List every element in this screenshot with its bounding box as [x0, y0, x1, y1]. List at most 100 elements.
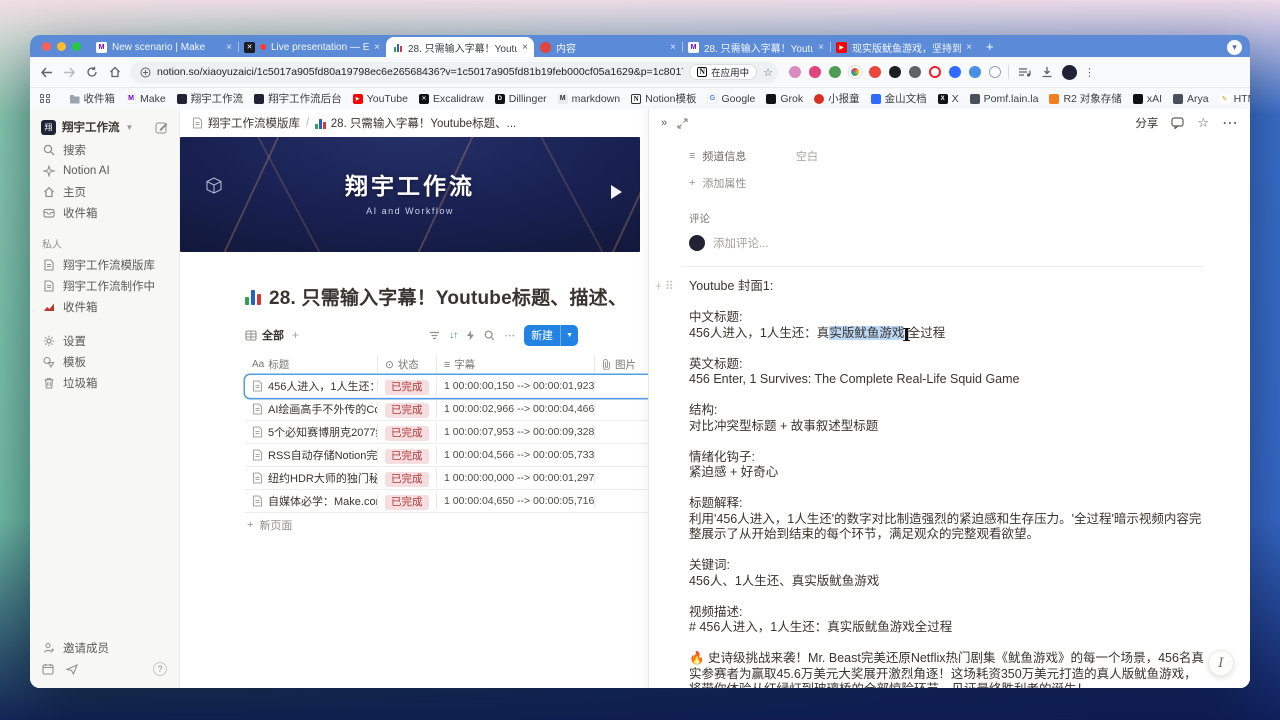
- workspace-switcher[interactable]: 翔 翔宇工作流 ▼: [37, 115, 172, 139]
- sidebar-item-search[interactable]: 搜索: [37, 139, 172, 160]
- downloads-icon[interactable]: [1039, 64, 1055, 80]
- text-block[interactable]: 中文标题:: [689, 310, 1204, 326]
- page-cover-image[interactable]: 翔宇工作流 AI and Workflow: [180, 137, 640, 252]
- invite-members-button[interactable]: 邀请成员: [37, 637, 172, 658]
- text-block[interactable]: 英文标题:: [689, 357, 1204, 373]
- text-block[interactable]: [689, 636, 1204, 652]
- zoom-window-button[interactable]: [72, 42, 81, 51]
- breadcrumb-current[interactable]: 28. 只需输入字幕！Youtube标题、...: [315, 115, 516, 131]
- open-in-app-badge[interactable]: N 在应用中: [689, 64, 757, 80]
- block-handles[interactable]: + ⠿: [655, 279, 674, 295]
- text-block[interactable]: [689, 295, 1204, 311]
- tab-close-icon[interactable]: ×: [670, 42, 676, 53]
- extension-icon[interactable]: [869, 66, 881, 78]
- sidebar-item-inbox[interactable]: 收件箱: [37, 202, 172, 223]
- row-title[interactable]: RSS自动存储Notion完整教程: [268, 447, 378, 463]
- add-comment-placeholder[interactable]: 添加评论...: [713, 235, 769, 251]
- window-controls[interactable]: [30, 35, 90, 57]
- tab-close-icon[interactable]: ×: [818, 42, 824, 53]
- page-blocks[interactable]: + ⠿ Youtube 封面1:中文标题: 456人进入，1人生还：真实版鱿鱼游…: [689, 279, 1204, 688]
- bookmark-item[interactable]: M markdown: [558, 93, 620, 105]
- close-window-button[interactable]: [42, 42, 51, 51]
- table-row[interactable]: 456人进入，1人生还：真实 已完成 1 00:00:00,150 --> 00…: [245, 375, 648, 398]
- text-block[interactable]: 情绪化钩子:: [689, 450, 1204, 466]
- text-block[interactable]: 利用'456人进入，1人生还'的数字对比制造强烈的紧迫感和生存压力。'全过程'暗…: [689, 512, 1204, 543]
- bookmark-star-icon[interactable]: ☆: [763, 66, 773, 79]
- comments-icon[interactable]: [1171, 117, 1184, 129]
- site-settings-icon[interactable]: [140, 67, 151, 78]
- more-options-icon[interactable]: ⋯: [504, 329, 515, 342]
- lightning-icon[interactable]: [466, 330, 475, 341]
- view-tab-all[interactable]: 全部: [245, 327, 284, 343]
- sidebar-item-home[interactable]: 主页: [37, 181, 172, 202]
- text-block[interactable]: [689, 481, 1204, 497]
- sidebar-item-inbox-chart[interactable]: 收件箱: [37, 296, 172, 317]
- page-bar-chart-icon[interactable]: [245, 288, 261, 305]
- send-icon[interactable]: [66, 664, 78, 675]
- bookmark-item[interactable]: xAI: [1133, 93, 1162, 105]
- expand-page-icon[interactable]: [677, 118, 688, 129]
- column-header-title[interactable]: Aa标题: [245, 355, 378, 374]
- extension-icon[interactable]: [849, 66, 861, 78]
- extension-icon[interactable]: [909, 66, 921, 78]
- extension-icon[interactable]: [989, 66, 1001, 78]
- new-tab-button[interactable]: +: [986, 39, 994, 54]
- bookmark-item[interactable]: ✎ HTML: [1220, 93, 1250, 105]
- column-header-image[interactable]: 图片: [595, 355, 648, 374]
- sidebar-item-template-library[interactable]: 翔宇工作流模版库: [37, 254, 172, 275]
- row-title[interactable]: AI绘画高手不外传的ComfyU: [268, 401, 378, 417]
- extension-icon[interactable]: [929, 66, 941, 78]
- tab-youtube-squidgame[interactable]: ▶ 现实版鱿鱼游戏，坚持到最后 ×: [830, 37, 978, 57]
- column-header-status[interactable]: ⊙状态: [378, 355, 437, 374]
- tab-close-icon[interactable]: ×: [966, 42, 972, 53]
- bookmark-item[interactable]: X X: [938, 93, 959, 105]
- tab-close-icon[interactable]: ×: [226, 42, 232, 53]
- text-block[interactable]: 456 Enter, 1 Survives: The Complete Real…: [689, 372, 1204, 388]
- extension-icon[interactable]: [889, 66, 901, 78]
- sidebar-item-notion-ai[interactable]: Notion AI: [37, 160, 172, 181]
- calendar-icon[interactable]: [42, 663, 54, 675]
- text-block[interactable]: [689, 434, 1204, 450]
- profile-avatar[interactable]: [1062, 65, 1077, 80]
- text-block[interactable]: 视频描述:: [689, 605, 1204, 621]
- new-record-dropdown-icon[interactable]: ▼: [560, 325, 578, 346]
- bookmark-item[interactable]: N Notion模板: [631, 91, 696, 106]
- tab-close-icon[interactable]: ×: [374, 42, 380, 53]
- url-text[interactable]: notion.so/xiaoyuzaici/1c5017a905fd80a197…: [157, 66, 683, 78]
- extension-icon[interactable]: [789, 66, 801, 78]
- tab-excalidraw-live[interactable]: ✕ Live presentation — Excal ×: [238, 37, 386, 57]
- text-block[interactable]: 对比冲突型标题 + 故事叙述型标题: [689, 419, 1204, 435]
- new-record-button[interactable]: 新建 ▼: [524, 325, 578, 346]
- bookmark-item[interactable]: Pomf.lain.la: [970, 93, 1039, 105]
- extension-icon[interactable]: [829, 66, 841, 78]
- text-block[interactable]: 🔥 史诗级挑战来袭！Mr. Beast完美还原Netflix热门剧集《鱿鱼游戏》…: [689, 651, 1204, 688]
- text-block[interactable]: 标题解释:: [689, 496, 1204, 512]
- text-block[interactable]: [689, 341, 1204, 357]
- bookmark-item[interactable]: D Dillinger: [495, 93, 547, 105]
- text-block[interactable]: 456人、1人生还、真实版鱿鱼游戏: [689, 574, 1204, 590]
- tab-make-subtitle[interactable]: M 28. 只需输入字幕！Youtube标 ×: [682, 37, 830, 57]
- column-header-subtitle[interactable]: ≡字幕: [437, 355, 595, 374]
- search-icon[interactable]: [484, 330, 495, 341]
- text-block[interactable]: [689, 543, 1204, 559]
- reload-icon[interactable]: [84, 64, 100, 80]
- text-block[interactable]: 结构:: [689, 403, 1204, 419]
- add-block-icon[interactable]: +: [655, 279, 662, 295]
- table-row[interactable]: 自媒体必学：Make.com打造 已完成 1 00:00:04,650 --> …: [245, 490, 648, 513]
- new-page-button[interactable]: + 新页面: [245, 513, 648, 537]
- bookmark-item[interactable]: ✕ Excalidraw: [419, 93, 484, 105]
- table-row[interactable]: AI绘画高手不外传的ComfyU 已完成 1 00:00:02,966 --> …: [245, 398, 648, 421]
- sidebar-item-in-production[interactable]: 翔宇工作流制作中: [37, 275, 172, 296]
- apps-grid-icon[interactable]: [40, 94, 50, 104]
- bookmark-item[interactable]: 翔宇工作流: [177, 91, 244, 106]
- sort-icon[interactable]: ↓↑: [449, 330, 457, 341]
- text-block[interactable]: # 456人进入，1人生还：真实版鱿鱼游戏全过程: [689, 620, 1204, 636]
- share-button[interactable]: 分享: [1135, 115, 1158, 131]
- collapse-panel-icon[interactable]: »: [661, 117, 667, 129]
- bookmark-item[interactable]: 小报童: [814, 91, 860, 106]
- bookmark-item[interactable]: 金山文档: [871, 91, 927, 106]
- bookmark-item[interactable]: Grok: [766, 93, 803, 105]
- tab-close-icon[interactable]: ×: [522, 42, 528, 53]
- bookmark-item[interactable]: 收件箱: [70, 91, 116, 106]
- property-value-empty[interactable]: 空白: [796, 148, 818, 164]
